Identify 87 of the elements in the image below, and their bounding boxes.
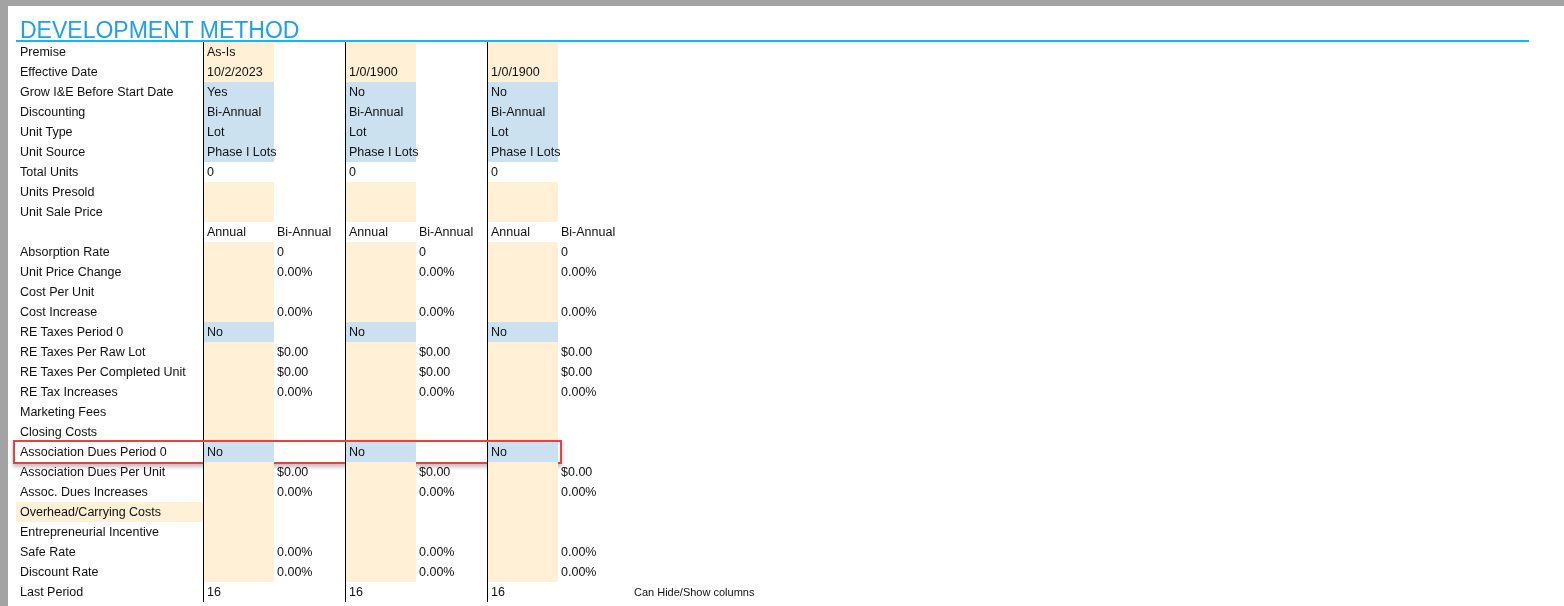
table-cell-text: 0.00%: [560, 544, 598, 561]
table-cell-text: 0: [560, 244, 569, 261]
row-label: Absorption Rate: [20, 245, 110, 259]
table-cell: Phase I Lots: [487, 142, 558, 162]
table-cell-text: 0.00%: [418, 564, 456, 581]
row-label: Cost Increase: [20, 305, 98, 319]
table-cell-text: Bi-Annual: [418, 224, 475, 241]
table-cell-text: $0.00: [560, 344, 594, 361]
row-label: Discount Rate: [20, 565, 99, 579]
table-cell-text: $0.00: [276, 464, 310, 481]
row-label: Assoc. Dues Increases: [20, 485, 148, 499]
table-cell-text: 0.00%: [560, 484, 598, 501]
table-cell: 10/2/2023: [203, 62, 274, 82]
table-cell-text: 0: [418, 244, 427, 261]
table-cell: Bi-Annual: [487, 102, 558, 122]
table-cell: No: [345, 322, 416, 342]
table-cell-text: 0.00%: [276, 304, 314, 321]
table-cell: Lot: [487, 122, 558, 142]
table-cell-text: Bi-Annual: [276, 224, 333, 241]
table-cell-text: 0.00%: [418, 544, 456, 561]
table-cell-text: 0.00%: [418, 384, 456, 401]
table-cell-text: 0.00%: [418, 304, 456, 321]
table-cell: 16: [345, 582, 416, 602]
table-cell: Yes: [203, 82, 274, 102]
table-cell: 16: [487, 582, 558, 602]
row-label: Closing Costs: [20, 425, 98, 439]
table-cell-text: $0.00: [560, 364, 594, 381]
sheet-title: DEVELOPMENT METHOD: [20, 17, 300, 43]
table-cell-text: Bi-Annual: [560, 224, 617, 241]
table-cell-text: 0.00%: [560, 264, 598, 281]
table-cell: 1/0/1900: [487, 62, 558, 82]
row-label: Effective Date: [20, 65, 98, 79]
table-cell-text: 0.00%: [560, 384, 598, 401]
table-cell: As-Is: [203, 42, 274, 62]
table-cell-text: $0.00: [418, 464, 452, 481]
table-cell: No: [345, 442, 416, 462]
table-cell: No: [487, 322, 558, 342]
row-label: RE Taxes Per Completed Unit: [20, 365, 186, 379]
row-label: Unit Type: [20, 125, 73, 139]
table-cell: Lot: [203, 122, 274, 142]
table-cell: Lot: [345, 122, 416, 142]
row-label: Units Presold: [20, 185, 95, 199]
row-label: Unit Price Change: [20, 265, 122, 279]
table-cell-text: 0.00%: [276, 564, 314, 581]
table-cell-text: $0.00: [560, 464, 594, 481]
table-cell: 16: [203, 582, 274, 602]
table-cell: No: [203, 322, 274, 342]
row-label: Overhead/Carrying Costs: [16, 502, 203, 522]
row-label: Cost Per Unit: [20, 285, 95, 299]
table-cell: Phase I Lots: [345, 142, 416, 162]
table-cell: 1/0/1900: [345, 62, 416, 82]
row-label: Total Units: [20, 165, 79, 179]
row-label: Association Dues Period 0: [20, 445, 167, 459]
row-label: Unit Source: [20, 145, 86, 159]
row-label: RE Tax Increases: [20, 385, 118, 399]
row-label: Grow I&E Before Start Date: [20, 85, 174, 99]
table-cell-text: 0: [276, 244, 285, 261]
table-cell: Bi-Annual: [345, 102, 416, 122]
table-cell-text: 0.00%: [418, 264, 456, 281]
row-label: RE Taxes Per Raw Lot: [20, 345, 146, 359]
table-cell-text: $0.00: [276, 344, 310, 361]
table-cell-text: 0.00%: [276, 264, 314, 281]
hint-text: Can Hide/Show columns: [634, 585, 755, 600]
row-label: Safe Rate: [20, 545, 76, 559]
table-cell-text: 0.00%: [560, 304, 598, 321]
table-cell-text: 0.00%: [276, 544, 314, 561]
row-label: RE Taxes Period 0: [20, 325, 124, 339]
row-label: Association Dues Per Unit: [20, 465, 166, 479]
table-cell-text: 0.00%: [418, 484, 456, 501]
row-label: Entrepreneurial Incentive: [20, 525, 159, 539]
table-cell-text: $0.00: [418, 344, 452, 361]
table-cell: No: [487, 442, 558, 462]
table-cell: Bi-Annual: [203, 102, 274, 122]
table-cell-text: 0.00%: [560, 564, 598, 581]
table-cell-text: 0.00%: [276, 484, 314, 501]
table-cell: Phase I Lots: [203, 142, 274, 162]
row-label: Last Period: [20, 585, 84, 599]
table-cell-text: $0.00: [418, 364, 452, 381]
table-cell: No: [203, 442, 274, 462]
row-label: Unit Sale Price: [20, 205, 103, 219]
table-cell: No: [487, 82, 558, 102]
table-cell-text: 0.00%: [276, 384, 314, 401]
row-label: Marketing Fees: [20, 405, 107, 419]
table-cell-text: $0.00: [276, 364, 310, 381]
table-cell: No: [345, 82, 416, 102]
row-label: Premise: [20, 45, 66, 59]
row-label: Discounting: [20, 105, 86, 119]
